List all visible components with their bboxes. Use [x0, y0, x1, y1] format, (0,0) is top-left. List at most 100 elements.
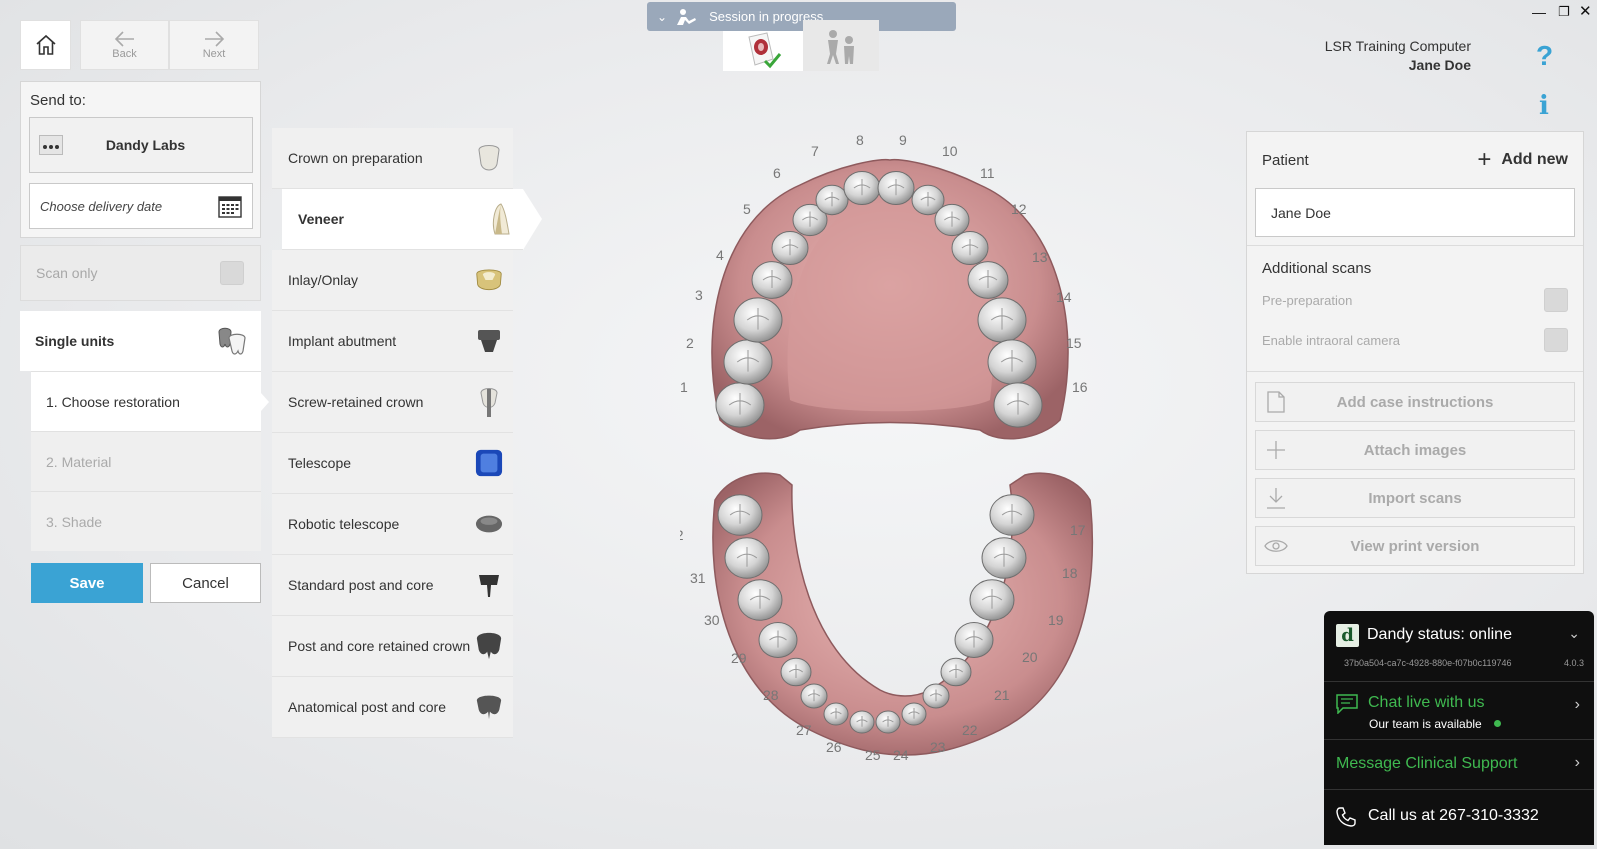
- tooth-number-8: 8: [856, 132, 864, 148]
- delivery-date-field[interactable]: Choose delivery date: [29, 183, 253, 229]
- tooth-number-1: 1: [680, 379, 688, 395]
- tooth-number-9: 9: [899, 132, 907, 148]
- restoration-label: Implant abutment: [288, 333, 397, 349]
- restoration-label: Anatomical post and core: [288, 699, 446, 715]
- dandy-version: 4.0.3: [1563, 658, 1584, 668]
- view-print-version-button[interactable]: View print version: [1255, 526, 1575, 566]
- tooth-number-32: 32: [680, 527, 684, 543]
- restoration-label: Veneer: [298, 211, 344, 227]
- plus-icon: +: [1477, 146, 1492, 173]
- add-case-instructions-button[interactable]: Add case instructions: [1255, 382, 1575, 422]
- abutment-icon: [475, 325, 503, 357]
- chevron-down-icon[interactable]: ⌄: [657, 10, 667, 24]
- info-icon[interactable]: i: [1539, 91, 1549, 121]
- message-clinical-support-button[interactable]: Message Clinical Support ›: [1324, 739, 1594, 789]
- intraoral-camera-checkbox[interactable]: [1544, 328, 1568, 352]
- restoration-implant-abutment[interactable]: Implant abutment: [272, 311, 513, 372]
- dandy-status-panel: d Dandy status: online ⌄ 37b0a504-ca7c-4…: [1324, 611, 1594, 845]
- restoration-screw-retained-crown[interactable]: Screw-retained crown: [272, 372, 513, 433]
- next-button[interactable]: Next: [169, 20, 259, 70]
- step-choose-restoration[interactable]: 1. Choose restoration: [31, 371, 261, 431]
- robotic-telescope-icon: [475, 508, 503, 540]
- case-actions-section: Add case instructions Attach images Impo…: [1247, 371, 1583, 566]
- home-icon: [35, 34, 56, 55]
- tooth-number-17: 17: [1070, 522, 1086, 538]
- plus-icon: [1267, 441, 1285, 459]
- chevron-down-icon[interactable]: ⌄: [1568, 625, 1580, 642]
- tooth-number-2: 2: [686, 335, 694, 351]
- pre-preparation-toggle[interactable]: Pre-preparation: [1262, 288, 1568, 312]
- teeth-icon: [218, 327, 246, 355]
- import-scans-button[interactable]: Import scans: [1255, 478, 1575, 518]
- dandy-status-header[interactable]: d Dandy status: online ⌄ 37b0a504-ca7c-4…: [1324, 611, 1594, 675]
- session-banner[interactable]: ⌄ Session in progress: [647, 2, 956, 31]
- chat-icon: [1336, 694, 1358, 714]
- call-us-label: Call us at 267-310-3332: [1368, 807, 1539, 824]
- cancel-button[interactable]: Cancel: [150, 563, 261, 603]
- call-us-button[interactable]: Call us at 267-310-3332: [1324, 789, 1594, 845]
- message-clinical-support-label: Message Clinical Support: [1336, 755, 1518, 772]
- lab-selector[interactable]: Dandy Labs: [29, 117, 253, 173]
- restoration-veneer[interactable]: Veneer: [282, 189, 542, 250]
- scan-only-checkbox[interactable]: [220, 261, 244, 285]
- help-icon[interactable]: ?: [1536, 40, 1553, 72]
- scan-only-toggle[interactable]: Scan only: [20, 245, 261, 301]
- tooth-number-18: 18: [1062, 565, 1078, 581]
- back-button[interactable]: Back: [80, 20, 169, 70]
- assistant-icon: [677, 8, 697, 25]
- arrow-right-icon: [205, 31, 225, 47]
- additional-scans-section: Additional scans Pre-preparation Enable …: [1247, 245, 1583, 352]
- tooth-number-10: 10: [942, 143, 958, 159]
- post-crown-icon: [475, 630, 503, 662]
- tooth-number-27: 27: [796, 722, 812, 738]
- computer-name: LSR Training Computer: [1324, 38, 1471, 54]
- tooth-number-30: 30: [704, 612, 720, 628]
- restoration-crown-on-preparation[interactable]: Crown on preparation: [272, 128, 513, 189]
- restore-icon[interactable]: ❐: [1558, 4, 1570, 20]
- calendar-icon[interactable]: [218, 194, 242, 218]
- attach-images-button[interactable]: Attach images: [1255, 430, 1575, 470]
- patient-label: Patient: [1262, 152, 1309, 169]
- eye-icon: [1264, 540, 1288, 552]
- pre-preparation-checkbox[interactable]: [1544, 288, 1568, 312]
- restoration-label: Telescope: [288, 455, 352, 471]
- dandy-status-text: Dandy status: online: [1367, 626, 1512, 643]
- screw-crown-icon: [475, 386, 503, 418]
- chat-live-button[interactable]: Chat live with us Our team is available …: [1324, 681, 1594, 739]
- scan-only-label: Scan only: [36, 265, 98, 281]
- additional-scans-label: Additional scans: [1262, 260, 1372, 277]
- document-icon: [1267, 391, 1285, 413]
- patient-name-field[interactable]: [1255, 188, 1575, 237]
- home-button[interactable]: [20, 20, 71, 70]
- single-units-header[interactable]: Single units: [20, 311, 261, 371]
- restoration-robotic-telescope[interactable]: Robotic telescope: [272, 494, 513, 555]
- telescope-icon: [475, 447, 503, 479]
- close-icon[interactable]: ✕: [1579, 2, 1592, 20]
- restoration-inlay-onlay[interactable]: Inlay/Onlay: [272, 250, 513, 311]
- restoration-standard-post-and-core[interactable]: Standard post and core: [272, 555, 513, 616]
- tooth-number-15: 15: [1066, 335, 1082, 351]
- save-button[interactable]: Save: [31, 563, 143, 603]
- tooth-chart[interactable]: 12345678 91011121314151617181920212223242…: [680, 130, 1130, 790]
- tooth-number-7: 7: [811, 143, 819, 159]
- add-new-label: Add new: [1501, 151, 1568, 168]
- step-material: 2. Material: [31, 431, 261, 491]
- restoration-list: Crown on preparation Veneer Inlay/Onlay …: [272, 128, 542, 738]
- minimize-icon[interactable]: —: [1532, 4, 1546, 20]
- restoration-telescope[interactable]: Telescope: [272, 433, 513, 494]
- restoration-label: Crown on preparation: [288, 150, 423, 166]
- tooth-number-23: 23: [930, 739, 946, 755]
- tooth-number-4: 4: [716, 247, 724, 263]
- restoration-post-and-core-retained-crown[interactable]: Post and core retained crown: [272, 616, 513, 677]
- restoration-label: Post and core retained crown: [288, 638, 471, 654]
- dandy-session-id: 37b0a504-ca7c-4928-880e-f07b0c119746: [1344, 658, 1512, 668]
- restoration-anatomical-post-and-core[interactable]: Anatomical post and core: [272, 677, 513, 738]
- tooth-number-5: 5: [743, 201, 751, 217]
- workflow-step-scan[interactable]: [803, 20, 879, 71]
- chevron-right-icon: ›: [1574, 754, 1580, 771]
- inlay-icon: [475, 264, 503, 296]
- intraoral-camera-toggle[interactable]: Enable intraoral camera: [1262, 328, 1568, 352]
- add-new-patient-button[interactable]: + Add new: [1477, 148, 1568, 172]
- workflow-step-prescription[interactable]: [723, 31, 803, 71]
- step-shade: 3. Shade: [31, 491, 261, 551]
